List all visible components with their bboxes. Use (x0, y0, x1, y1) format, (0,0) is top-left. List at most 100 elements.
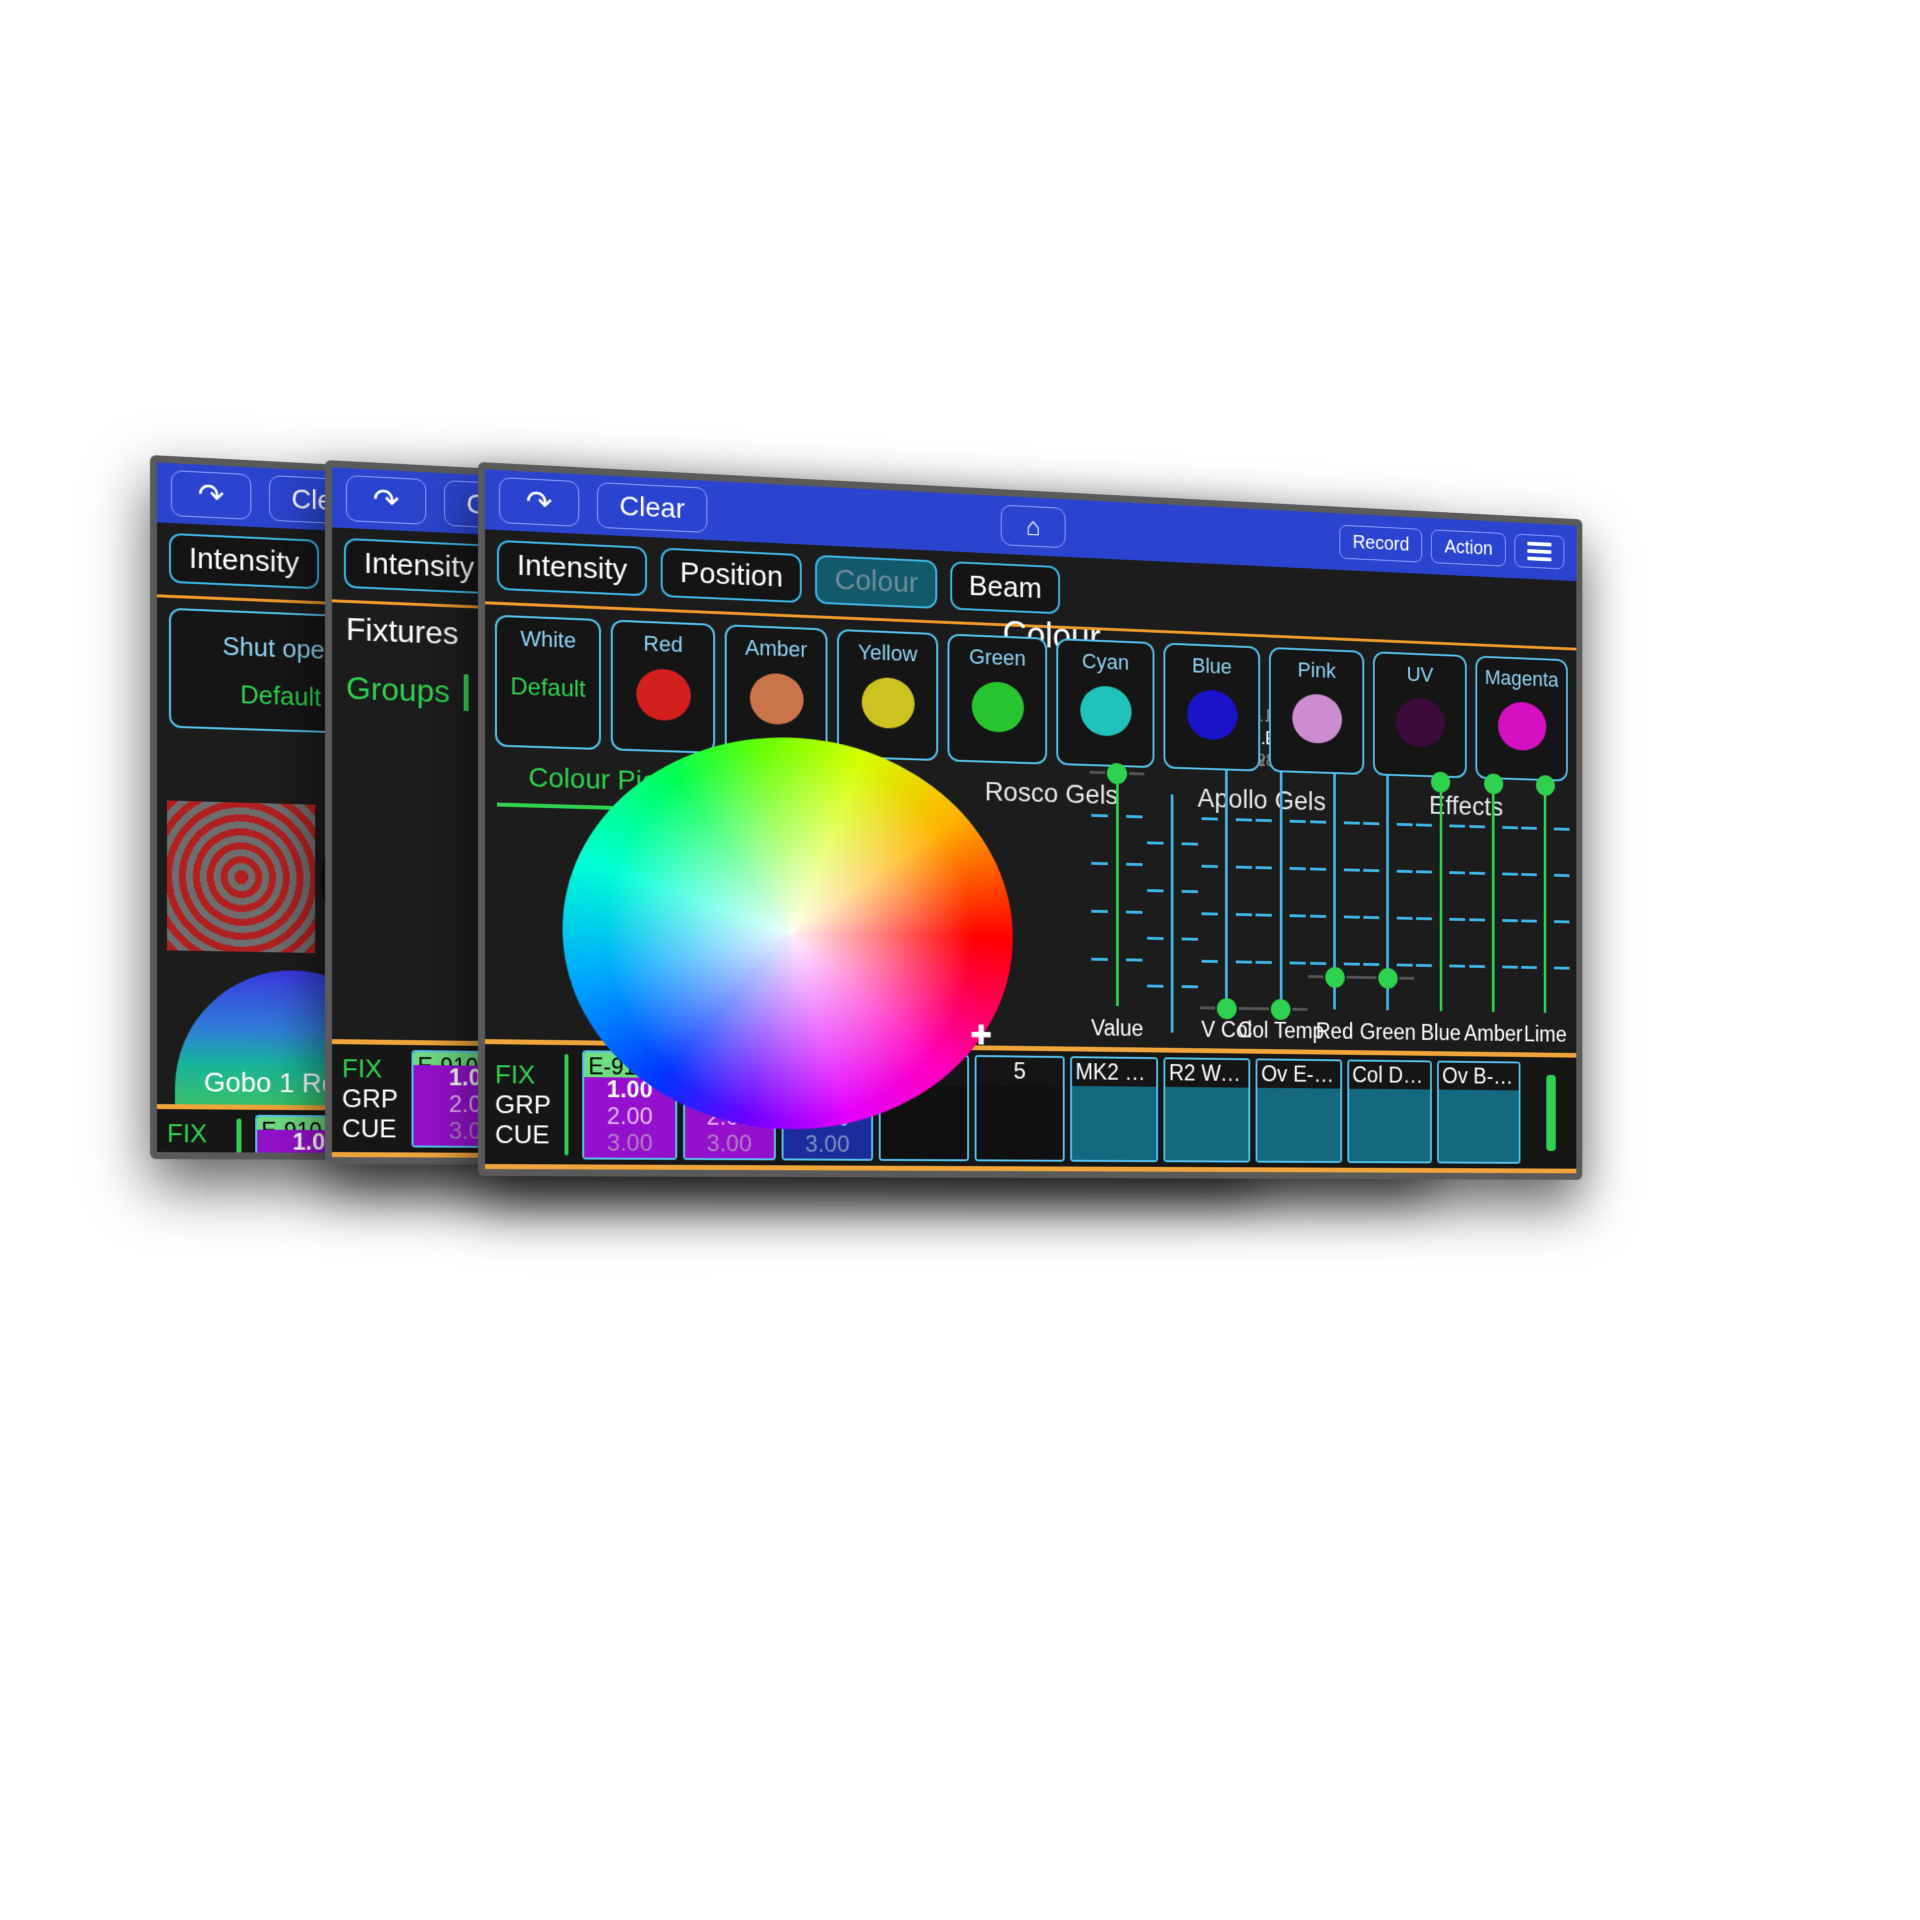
hamburger-icon (1527, 556, 1552, 562)
playback-value: 3.00 (805, 1131, 850, 1158)
tab-beam[interactable]: Beam (950, 561, 1061, 615)
titlebar-right-group: Record Action (1339, 524, 1565, 570)
swatch-label: Green (968, 644, 1026, 671)
playback-cell-col-dash[interactable]: Col Dash (1346, 1059, 1432, 1164)
fader-spine (1225, 770, 1229, 1008)
playback-title: Col Dash (1348, 1061, 1430, 1090)
swatch-label: White (520, 625, 576, 653)
home-button[interactable]: ⌂ (1000, 504, 1066, 549)
undo-button[interactable]: ↶ (345, 475, 427, 525)
fader-track[interactable] (1310, 773, 1360, 1010)
fader-bank: Value No Funct... No Funct... Md (1084, 703, 1576, 1053)
swatch-dot (1079, 685, 1132, 737)
playback-cell-r2-wash[interactable]: R2 Wash (1163, 1057, 1251, 1163)
swatch-label: Magenta (1484, 665, 1559, 692)
action-button[interactable]: Action (1431, 529, 1506, 567)
swatch-blue[interactable]: Blue (1163, 642, 1261, 772)
hamburger-icon (1527, 541, 1552, 547)
fader-track[interactable] (1521, 775, 1569, 1013)
colour-cursor-icon: ✚ (970, 1019, 992, 1050)
playback-values (1071, 1085, 1157, 1161)
undo-icon: ↶ (525, 483, 553, 521)
fader-spine (1491, 779, 1495, 1012)
grp-label: GRP (494, 1089, 551, 1120)
swatch-dot (861, 676, 915, 730)
playback-cell-ov-e910[interactable]: Ov E-910 (1255, 1058, 1342, 1163)
swatch-uv[interactable]: UV (1373, 651, 1467, 779)
fader-knob[interactable] (1107, 762, 1128, 785)
playback-cell-5[interactable]: 5 (974, 1055, 1065, 1162)
playback-title: Ov B-2805 (1438, 1062, 1519, 1091)
fix-label: FIX (166, 1117, 208, 1149)
window-colour[interactable]: ↶ Clear ⌂ Record Action Intensity Positi… (478, 462, 1583, 1180)
swatch-dot (1291, 693, 1342, 745)
tab-position[interactable]: Position (660, 547, 803, 604)
swatch-label: Red (643, 630, 683, 658)
swatch-dot (635, 668, 691, 722)
swatch-sub: Default (510, 673, 586, 703)
fader-label: Value (1091, 1015, 1144, 1041)
fader-knob[interactable] (1431, 771, 1451, 793)
swatch-cyan[interactable]: Cyan (1056, 638, 1155, 769)
fader-track[interactable] (1202, 770, 1252, 1020)
fader-knob[interactable] (1216, 998, 1237, 1020)
swatch-dot (1497, 701, 1546, 752)
swatch-label: UV (1406, 662, 1434, 687)
playback-values (1165, 1086, 1249, 1161)
swatch-yellow[interactable]: Yellow (837, 628, 939, 762)
fader-track[interactable] (1147, 794, 1198, 1033)
playback-cell-ov-b2805[interactable]: Ov B-2805 (1436, 1060, 1521, 1164)
undo-button[interactable]: ↶ (170, 470, 252, 520)
fader-knob[interactable] (1378, 967, 1398, 989)
fgc-labels: FIX GRP CUE (491, 1049, 559, 1159)
master-fader-indicator[interactable] (1546, 1074, 1556, 1151)
fader-knob[interactable] (1324, 966, 1345, 988)
fader-label: Amber (1463, 1020, 1523, 1046)
playback-value: 2.00 (606, 1103, 653, 1131)
fader-track[interactable] (1092, 762, 1143, 1007)
undo-button[interactable]: ↶ (498, 477, 580, 527)
menu-button[interactable] (1514, 533, 1565, 570)
tab-intensity[interactable]: Intensity (496, 539, 647, 597)
playback-value: 3.00 (606, 1129, 653, 1157)
swatch-red[interactable]: Red (610, 619, 716, 754)
fader-track[interactable] (1363, 775, 1412, 1011)
playback-title: R2 Wash (1165, 1059, 1249, 1088)
tab-intensity[interactable]: Intensity (343, 537, 494, 595)
swatch-dot (1395, 697, 1445, 748)
record-button[interactable]: Record (1339, 524, 1423, 563)
groups-label[interactable]: Groups (345, 669, 469, 712)
fader-label: Blue (1420, 1020, 1461, 1046)
fader-track[interactable] (1256, 771, 1306, 1021)
home-icon: ⌂ (1025, 511, 1041, 542)
fader-label: Green (1359, 1019, 1416, 1045)
fix-label: FIX (341, 1053, 383, 1084)
tab-intensity[interactable]: Intensity (168, 532, 319, 590)
shutter-title: Shut open (222, 630, 339, 665)
swatch-label: Amber (745, 634, 808, 662)
playback-cell-mk2-spots[interactable]: MK2 Spots (1069, 1056, 1158, 1163)
fader-knob[interactable] (1271, 998, 1291, 1021)
tab-colour[interactable]: Colour (815, 554, 938, 609)
playback-values (1438, 1089, 1519, 1162)
swatch-pink[interactable]: Pink (1269, 646, 1365, 775)
gobo-dots-icon[interactable] (166, 800, 316, 954)
swatch-white[interactable]: White Default (494, 614, 601, 751)
fader-knob[interactable] (1483, 773, 1503, 795)
swatch-magenta[interactable]: Magenta (1475, 655, 1568, 782)
playback-values (976, 1085, 1063, 1160)
playback-values (1348, 1088, 1430, 1162)
undo-icon: ↶ (372, 481, 400, 519)
colour-workarea: ✚ Value V Col Col Temp Red Green Blue Am… (485, 703, 1576, 1131)
colour-picker-pane: ✚ (485, 729, 1084, 1131)
fader-track[interactable] (1416, 771, 1465, 1012)
fader-spine (1439, 777, 1443, 1012)
active-indicator (236, 1118, 242, 1164)
fader-knob[interactable] (1535, 775, 1555, 797)
fix-label: FIX (494, 1059, 536, 1090)
swatch-dot (971, 680, 1024, 734)
swatch-green[interactable]: Green (947, 633, 1048, 765)
swatch-dot (749, 672, 804, 726)
clear-button[interactable]: Clear (596, 482, 708, 533)
fader-track[interactable] (1469, 773, 1518, 1012)
